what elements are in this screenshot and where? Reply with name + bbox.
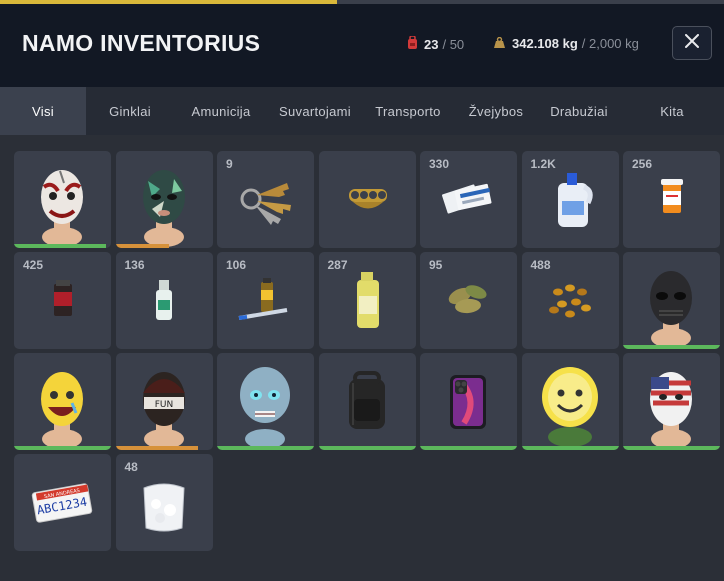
flag-mask-icon — [623, 353, 720, 450]
tab-suvartojami[interactable]: Suvartojami — [268, 87, 362, 135]
item-count: 9 — [226, 157, 233, 171]
tab-amunicija[interactable]: Amunicija — [174, 87, 268, 135]
slots-max: / 50 — [442, 36, 465, 52]
smiley-mask-icon — [14, 353, 111, 450]
inventory-slot[interactable]: 256 — [623, 151, 720, 248]
tropical-ski-mask-icon — [116, 151, 213, 248]
durability-bar — [115, 446, 198, 450]
inventory-slot[interactable]: 9 — [217, 151, 314, 248]
slots-used: 23 — [424, 36, 439, 52]
inventory-slot[interactable]: 330 — [420, 151, 517, 248]
clown-mask-icon — [14, 151, 111, 248]
inventory-slot[interactable]: 106 — [217, 252, 314, 349]
inventory-slot[interactable]: 136 — [115, 252, 213, 349]
durability-bar — [217, 446, 314, 450]
durability-bar — [521, 446, 619, 450]
inventory-slot[interactable]: 287 — [318, 252, 416, 349]
item-count: 106 — [226, 258, 247, 272]
item-count: 1.2K — [530, 157, 556, 171]
close-button[interactable] — [672, 26, 712, 60]
weight-icon — [493, 36, 506, 51]
inventory-slot[interactable] — [623, 353, 720, 450]
inventory-slot[interactable]: 1.2K — [521, 151, 619, 248]
durability-bar — [623, 345, 720, 349]
dark-mask-icon — [623, 252, 720, 349]
item-count: 256 — [632, 157, 653, 171]
inventory-slot[interactable]: SAN ANDREAS ABC1234 — [14, 454, 111, 551]
inventory-slot[interactable]: 48 — [115, 454, 213, 551]
inventory-slot[interactable] — [623, 252, 720, 349]
slot-counter: 23 / 50 — [407, 35, 465, 52]
brass-knuckles-icon — [319, 151, 416, 248]
tab-kita[interactable]: Kita — [620, 87, 724, 135]
item-count: 95 — [429, 258, 443, 272]
weight-max: / 2,000 kg — [581, 36, 639, 51]
durability-bar — [115, 244, 169, 248]
inventory-slot[interactable] — [318, 151, 416, 248]
tab-ginklai[interactable]: Ginklai — [86, 87, 174, 135]
smartphone-icon — [420, 353, 517, 450]
inventory-slot[interactable]: 95 — [420, 252, 517, 349]
backpack-slots-icon — [407, 35, 418, 52]
inventory-slot[interactable] — [217, 353, 314, 450]
weight-current: 342.108 kg — [512, 36, 578, 51]
item-count: 48 — [124, 460, 138, 474]
tab-drabužiai[interactable]: Drabužiai — [538, 87, 620, 135]
beanie-mask-icon: FUN — [116, 353, 213, 450]
item-count: 287 — [327, 258, 348, 272]
inventory-slot[interactable] — [521, 353, 619, 450]
tab-transporto[interactable]: Transporto — [362, 87, 454, 135]
item-count: 330 — [429, 157, 450, 171]
inventory-grid: 9 330 1.2K 256 425 136 106 287 95 488 FUN SAN AND… — [14, 151, 720, 551]
durability-bar — [14, 446, 111, 450]
inventory-slot[interactable]: 488 — [521, 252, 619, 349]
close-icon — [685, 33, 699, 53]
inventory-title: NAMO INVENTORIUS — [22, 30, 261, 56]
item-count: 488 — [530, 258, 551, 272]
license-plate-icon: SAN ANDREAS ABC1234 — [14, 454, 111, 551]
inventory-slot[interactable]: FUN — [115, 353, 213, 450]
item-count: 425 — [23, 258, 44, 272]
durability-bar — [623, 446, 720, 450]
durability-bar — [420, 446, 517, 450]
category-tabs: Visi Ginklai Amunicija Suvartojami Transport… — [0, 87, 724, 135]
tab-žvejybos[interactable]: Žvejybos — [454, 87, 538, 135]
lemon-mask-icon — [522, 353, 619, 450]
svg-text:FUN: FUN — [154, 400, 173, 410]
durability-bar — [14, 244, 107, 248]
alien-mask-icon — [217, 353, 314, 450]
inventory-slot[interactable] — [14, 151, 111, 248]
item-count: 136 — [124, 258, 145, 272]
tab-visi[interactable]: Visi — [0, 87, 86, 135]
weight-counter: 342.108 kg / 2,000 kg — [493, 36, 639, 51]
inventory-slot[interactable] — [14, 353, 111, 450]
backpack-icon — [319, 353, 416, 450]
inventory-slot[interactable] — [420, 353, 517, 450]
inventory-header: NAMO INVENTORIUS 23 / 50 342.108 kg / 2,… — [0, 4, 724, 87]
durability-bar — [318, 446, 416, 450]
inventory-slot[interactable] — [115, 151, 213, 248]
inventory-slot[interactable]: 425 — [14, 252, 111, 349]
inventory-slot[interactable] — [318, 353, 416, 450]
